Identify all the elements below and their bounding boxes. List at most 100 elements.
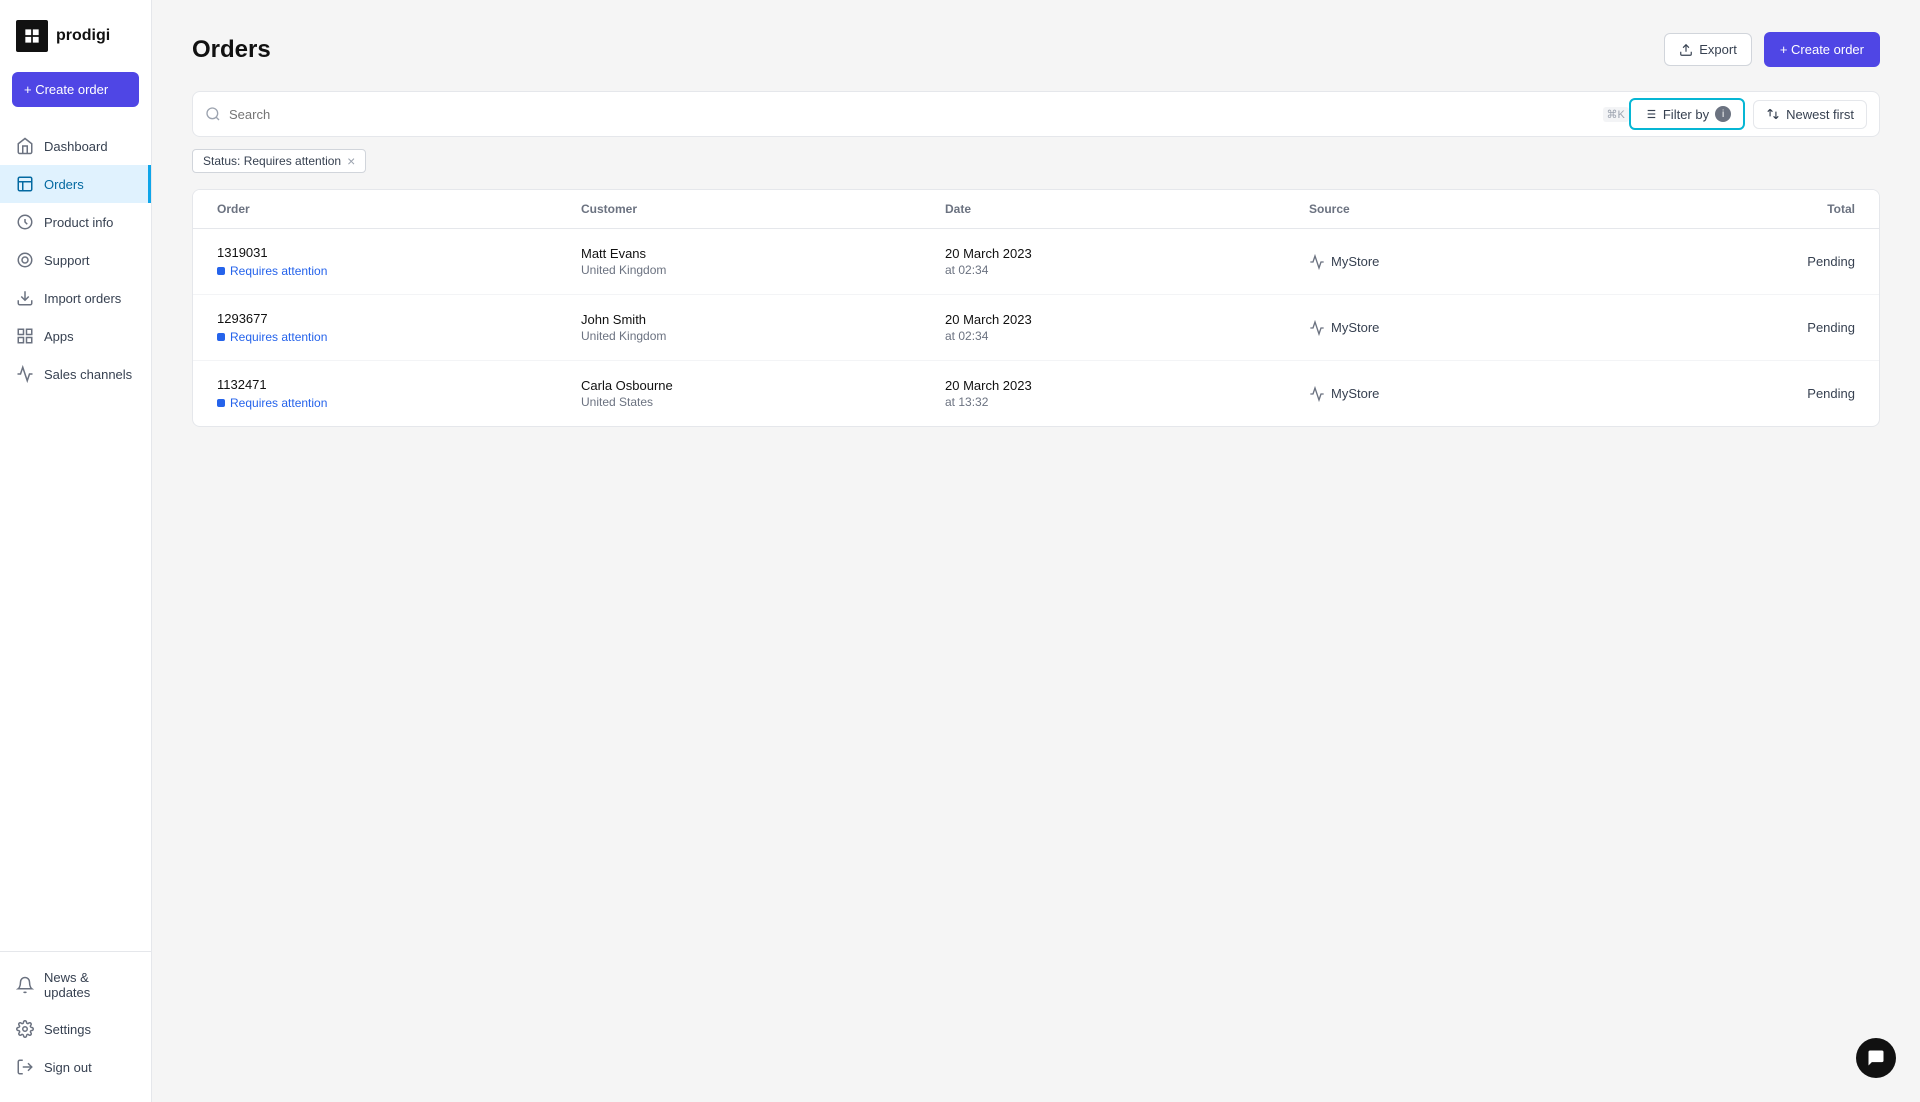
order-cell-2: 1132471 Requires attention — [217, 377, 581, 410]
sidebar-item-import-orders[interactable]: Import orders — [0, 279, 151, 317]
date-main-1: 20 March 2023 — [945, 312, 1309, 327]
status-filter-tag: Status: Requires attention × — [192, 149, 366, 173]
date-main-2: 20 March 2023 — [945, 378, 1309, 393]
order-id-0: 1319031 — [217, 245, 581, 260]
source-icon-1 — [1309, 320, 1325, 336]
table-row[interactable]: 1319031 Requires attention Matt Evans Un… — [193, 229, 1879, 295]
sidebar-label-product-info: Product info — [44, 215, 113, 230]
logo-icon — [16, 20, 48, 52]
sidebar-item-news[interactable]: News & updates — [0, 960, 151, 1010]
date-cell-1: 20 March 2023 at 02:34 — [945, 312, 1309, 343]
status-filter-label: Status: Requires attention — [203, 154, 341, 168]
chat-icon — [1866, 1048, 1886, 1068]
source-cell-2: MyStore — [1309, 386, 1673, 402]
sidebar-item-settings[interactable]: Settings — [0, 1010, 151, 1048]
sidebar-logo: prodigi — [0, 0, 151, 72]
status-dot-0 — [217, 267, 225, 275]
customer-name-1: John Smith — [581, 312, 945, 327]
search-icon — [205, 106, 221, 122]
header-actions: Export + Create order — [1664, 32, 1880, 67]
table-row[interactable]: 1132471 Requires attention Carla Osbourn… — [193, 361, 1879, 426]
status-label-0: Requires attention — [230, 264, 327, 278]
customer-cell-0: Matt Evans United Kingdom — [581, 246, 945, 277]
sidebar-bottom: News & updates Settings Sign out — [0, 951, 151, 1102]
sidebar-label-settings: Settings — [44, 1022, 91, 1037]
col-total: Total — [1673, 202, 1855, 216]
table-row[interactable]: 1293677 Requires attention John Smith Un… — [193, 295, 1879, 361]
sidebar-label-dashboard: Dashboard — [44, 139, 108, 154]
search-input[interactable] — [229, 107, 1595, 122]
export-button[interactable]: Export — [1664, 33, 1752, 66]
date-main-0: 20 March 2023 — [945, 246, 1309, 261]
sidebar-item-sales-channels[interactable]: Sales channels — [0, 355, 151, 393]
main-content: Orders Export + Create order ⌘K — [152, 0, 1920, 1102]
sort-button[interactable]: Newest first — [1753, 100, 1867, 129]
filter-info-icon[interactable]: i — [1715, 106, 1731, 122]
date-cell-0: 20 March 2023 at 02:34 — [945, 246, 1309, 277]
customer-cell-1: John Smith United Kingdom — [581, 312, 945, 343]
customer-country-1: United Kingdom — [581, 329, 945, 343]
status-filter-close[interactable]: × — [347, 154, 355, 168]
toolbar: ⌘K Filter by i Newest — [192, 91, 1880, 137]
sidebar-label-orders: Orders — [44, 177, 84, 192]
sidebar-create-order-button[interactable]: + Create order — [12, 72, 139, 107]
customer-country-0: United Kingdom — [581, 263, 945, 277]
total-cell-0: Pending — [1673, 254, 1855, 269]
status-badge-0: Requires attention — [217, 264, 581, 278]
source-icon-2 — [1309, 386, 1325, 402]
date-time-1: at 02:34 — [945, 329, 1309, 343]
date-time-0: at 02:34 — [945, 263, 1309, 277]
sidebar-label-signout: Sign out — [44, 1060, 92, 1075]
filter-label: Filter by — [1663, 107, 1709, 122]
sidebar-item-apps[interactable]: Apps — [0, 317, 151, 355]
toolbar-right: Filter by i Newest first — [1629, 98, 1867, 130]
order-cell-1: 1293677 Requires attention — [217, 311, 581, 344]
chat-bubble[interactable] — [1856, 1038, 1896, 1078]
source-label-1: MyStore — [1331, 320, 1379, 335]
total-cell-1: Pending — [1673, 320, 1855, 335]
sidebar-item-dashboard[interactable]: Dashboard — [0, 127, 151, 165]
sidebar-item-orders[interactable]: Orders — [0, 165, 151, 203]
status-dot-1 — [217, 333, 225, 341]
source-label-2: MyStore — [1331, 386, 1379, 401]
date-cell-2: 20 March 2023 at 13:32 — [945, 378, 1309, 409]
source-icon-0 — [1309, 254, 1325, 270]
sidebar-label-apps: Apps — [44, 329, 74, 344]
customer-name-2: Carla Osbourne — [581, 378, 945, 393]
create-order-header-button[interactable]: + Create order — [1764, 32, 1880, 67]
export-label: Export — [1699, 42, 1737, 57]
sidebar-item-signout[interactable]: Sign out — [0, 1048, 151, 1086]
status-dot-2 — [217, 399, 225, 407]
sidebar-item-support[interactable]: Support — [0, 241, 151, 279]
orders-table: Order Customer Date Source Total 1319031… — [192, 189, 1880, 427]
status-label-1: Requires attention — [230, 330, 327, 344]
page-header: Orders Export + Create order — [192, 32, 1880, 67]
sort-label: Newest first — [1786, 107, 1854, 122]
sidebar-item-product-info[interactable]: Product info — [0, 203, 151, 241]
date-time-2: at 13:32 — [945, 395, 1309, 409]
sidebar: prodigi + Create order Dashboard Orders — [0, 0, 152, 1102]
source-cell-1: MyStore — [1309, 320, 1673, 336]
total-cell-2: Pending — [1673, 386, 1855, 401]
status-label-2: Requires attention — [230, 396, 327, 410]
table-header: Order Customer Date Source Total — [193, 190, 1879, 229]
export-icon — [1679, 43, 1693, 57]
order-id-2: 1132471 — [217, 377, 581, 392]
order-cell-0: 1319031 Requires attention — [217, 245, 581, 278]
sidebar-label-import-orders: Import orders — [44, 291, 121, 306]
order-id-1: 1293677 — [217, 311, 581, 326]
logo-text: prodigi — [56, 27, 110, 45]
customer-country-2: United States — [581, 395, 945, 409]
source-label-0: MyStore — [1331, 254, 1379, 269]
sidebar-label-support: Support — [44, 253, 90, 268]
sidebar-label-sales-channels: Sales channels — [44, 367, 132, 382]
filter-button[interactable]: Filter by i — [1629, 98, 1745, 130]
col-customer: Customer — [581, 202, 945, 216]
page-title: Orders — [192, 36, 271, 64]
search-shortcut: ⌘K — [1603, 107, 1629, 122]
search-wrap: ⌘K — [205, 106, 1629, 122]
customer-name-0: Matt Evans — [581, 246, 945, 261]
sort-icon — [1766, 107, 1780, 121]
filter-tags: Status: Requires attention × — [192, 149, 1880, 173]
col-date: Date — [945, 202, 1309, 216]
